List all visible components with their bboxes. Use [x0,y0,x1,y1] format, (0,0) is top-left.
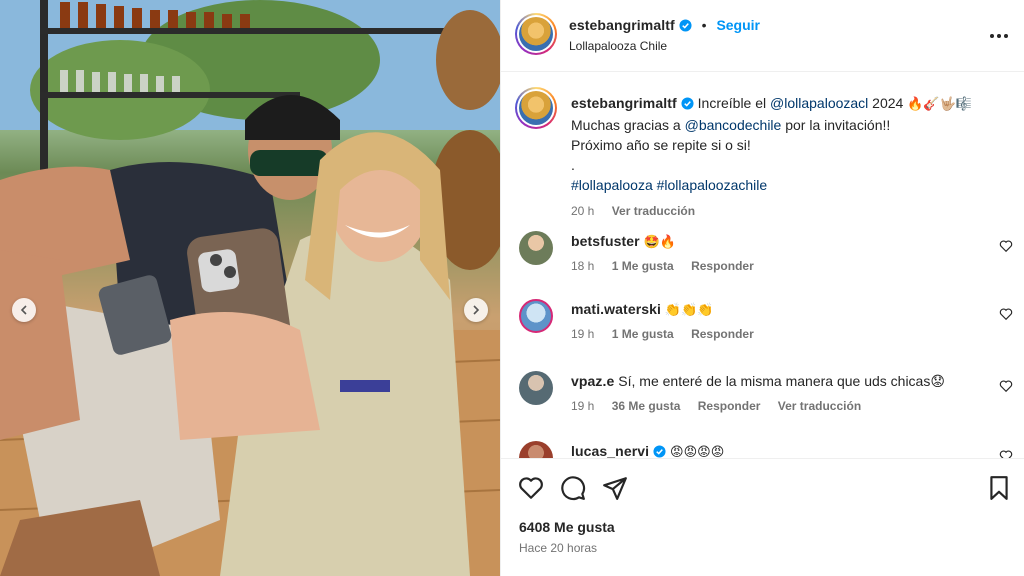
heart-icon[interactable] [999,379,1013,393]
photo-scene [0,0,500,576]
comment-text: 😡😡😡😡 [670,445,725,458]
heart-icon[interactable] [518,475,544,501]
hashtag-link[interactable]: #lollapaloozachile [657,177,768,193]
paper-plane-icon[interactable] [602,475,628,501]
reply-button[interactable]: Responder [691,259,754,273]
caption-emoji: 🔥🎸🤟🏼🎼 [907,97,972,112]
commenter-username[interactable]: mati.waterski [571,301,661,317]
caption-meta: 20 h Ver traducción [571,201,1011,221]
comment-item: lucas_nervi 😡😡😡😡 [515,441,1015,458]
commenter-avatar[interactable] [519,371,553,405]
comment-bubble-icon[interactable] [560,475,586,501]
comment-likes[interactable]: 1 Me gusta [612,259,674,273]
caption-text: Increíble el [697,95,771,111]
caption-text: Muchas gracias a [571,117,685,133]
hashtag-link[interactable]: #lollapalooza [571,177,653,193]
comment-text: 🤩🔥 [643,235,676,250]
caption-body: estebangrimaltf Increíble el @lollapaloo… [571,93,1011,221]
post-header: estebangrimaltf • Seguir Lollapalooza Ch… [501,0,1024,72]
comment-likes[interactable]: 1 Me gusta [612,327,674,341]
comment-item: betsfuster 🤩🔥 18 h 1 Me gusta Responder [515,231,1015,291]
caption-line-1: estebangrimaltf Increíble el @lollapaloo… [571,93,1011,115]
comment-line: lucas_nervi 😡😡😡😡 [571,443,724,458]
caption-line-2: Muchas gracias a @bancodechile por la in… [571,115,1011,135]
caption-translate-link[interactable]: Ver traducción [612,204,695,218]
caption-author-username[interactable]: estebangrimaltf [571,95,677,111]
likes-count[interactable]: 6408 Me gusta [519,519,615,535]
heart-icon[interactable] [999,449,1013,458]
comment-meta: 18 h 1 Me gusta Responder [571,259,768,273]
caption-line-3: Próximo año se repite si o si! [571,137,751,153]
reply-button[interactable]: Responder [698,399,761,413]
post-actions: 6408 Me gusta Hace 20 horas [501,458,1024,576]
reply-button[interactable]: Responder [691,327,754,341]
header-user-line: estebangrimaltf • Seguir [569,17,760,33]
caption-text: por la invitación!! [781,117,891,133]
heart-icon[interactable] [999,307,1013,321]
commenter-username[interactable]: lucas_nervi [571,443,649,458]
comments-section[interactable]: estebangrimaltf Increíble el @lollapaloo… [501,73,1024,458]
comment-line: vpaz.e Sí, me enteré de la misma manera … [571,373,945,390]
comment-line: mati.waterski 👏👏👏 [571,301,713,318]
comment-line: betsfuster 🤩🔥 [571,233,676,250]
caption-author-avatar[interactable] [515,87,557,129]
commenter-username[interactable]: betsfuster [571,233,640,249]
chevron-right-icon [473,305,480,315]
comment-text: 👏👏👏 [664,303,714,318]
follow-button[interactable]: Seguir [716,17,760,33]
commenter-avatar[interactable] [519,299,553,333]
separator-dot: • [701,17,707,33]
comment-meta: 19 h 36 Me gusta Responder Ver traducció… [571,399,875,413]
verified-badge-icon [653,445,666,458]
carousel-prev-button[interactable] [12,298,36,322]
post-location[interactable]: Lollapalooza Chile [569,39,667,53]
mention-link[interactable]: @bancodechile [685,117,782,133]
commenter-username[interactable]: vpaz.e [571,373,614,389]
author-avatar[interactable] [515,13,557,55]
commenter-avatar[interactable] [519,441,553,458]
comment-time[interactable]: 18 h [571,259,594,273]
more-horizontal-icon[interactable] [987,24,1011,48]
post-photo[interactable] [0,0,500,576]
mention-link[interactable]: @lollapaloozacl [770,95,868,111]
comment-text: Sí, me enteré de la misma manera que uds… [618,373,945,389]
heart-icon[interactable] [999,239,1013,253]
carousel-next-button[interactable] [464,298,488,322]
caption-line-4: . [571,157,575,173]
comment-time[interactable]: 19 h [571,327,594,341]
comment-translate-link[interactable]: Ver traducción [778,399,861,413]
chevron-left-icon [20,305,27,315]
comment-meta: 19 h 1 Me gusta Responder [571,327,768,341]
verified-badge-icon [679,19,692,32]
commenter-avatar[interactable] [519,231,553,265]
verified-badge-icon [681,97,694,110]
caption-hashtags: #lollapalooza #lollapaloozachile [571,175,1011,195]
posted-time[interactable]: Hace 20 horas [519,541,597,555]
comment-item: mati.waterski 👏👏👏 19 h 1 Me gusta Respon… [515,299,1015,359]
comment-likes[interactable]: 36 Me gusta [612,399,681,413]
post-sidebar: estebangrimaltf • Seguir Lollapalooza Ch… [500,0,1024,576]
caption-time[interactable]: 20 h [571,204,594,218]
author-username[interactable]: estebangrimaltf [569,17,675,33]
comment-item: vpaz.e Sí, me enteré de la misma manera … [515,371,1015,431]
bookmark-icon[interactable] [986,475,1012,501]
comment-time[interactable]: 19 h [571,399,594,413]
caption-text: 2024 [868,95,908,111]
